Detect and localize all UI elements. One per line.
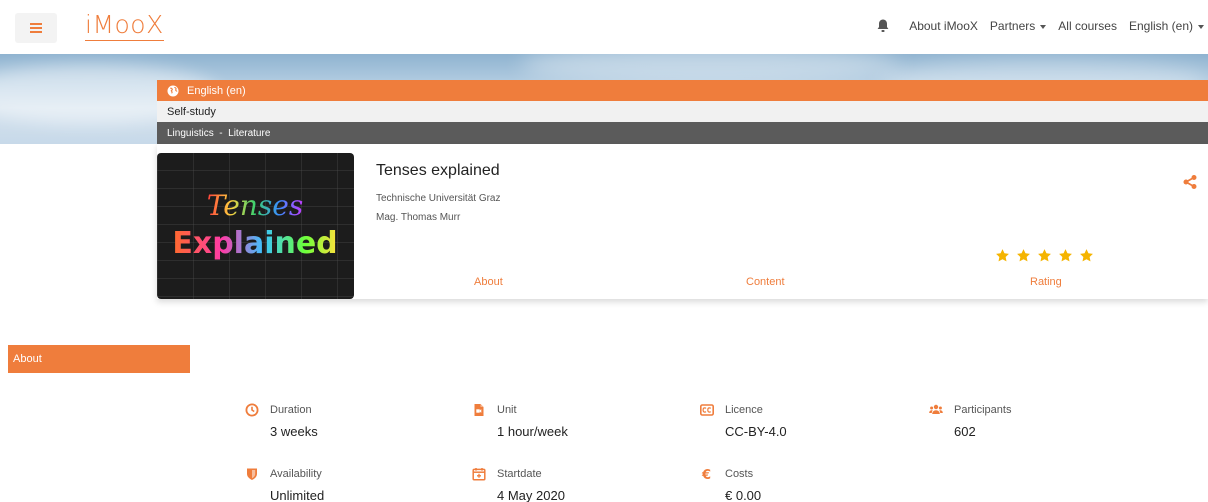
fact-startdate-value: 4 May 2020	[497, 488, 565, 502]
fact-costs-label: Costs	[725, 468, 754, 480]
svg-text:€: €	[701, 468, 711, 481]
course-image-text-top: Tenses	[207, 189, 303, 222]
course-card: Tenses Explained Tenses explained Techni…	[157, 144, 1208, 299]
fact-licence-value: CC-BY-4.0	[725, 424, 787, 439]
fact-licence-label: Licence	[725, 404, 763, 416]
star-icon	[1080, 249, 1093, 262]
shield-icon	[247, 468, 257, 480]
nav-all-courses-link[interactable]: All courses	[1058, 19, 1117, 33]
about-section-title: About	[13, 353, 42, 365]
euro-icon: €	[701, 468, 711, 481]
nav-links: About iMooX Partners All courses English…	[875, 18, 1204, 34]
fact-availability-value: Unlimited	[270, 488, 325, 502]
caret-down-icon	[1198, 24, 1204, 29]
course-author: Mag. Thomas Murr	[376, 212, 461, 223]
tab-about[interactable]: About	[474, 276, 503, 288]
clock-icon	[245, 403, 259, 417]
tab-content[interactable]: Content	[746, 276, 785, 288]
fact-unit-label: Unit	[497, 404, 517, 416]
nav-language-dropdown[interactable]: English (en)	[1129, 19, 1204, 33]
nav-about-link[interactable]: About iMooX	[909, 19, 978, 33]
logo[interactable]: iMooX	[85, 10, 164, 41]
fact-participants-value: 602	[954, 424, 976, 439]
star-icon	[1017, 249, 1030, 262]
nav-language-label: English (en)	[1128, 19, 1193, 33]
globe-icon	[167, 85, 179, 96]
file-video-icon	[474, 404, 484, 416]
rating-stars	[995, 248, 1094, 263]
bell-icon[interactable]	[875, 18, 891, 34]
course-categories: Linguistics - Literature	[167, 127, 271, 139]
star-icon	[996, 249, 1009, 262]
star-icon	[1038, 249, 1051, 262]
fact-duration-label: Duration	[270, 404, 312, 416]
nav-partners-label: Partners	[989, 19, 1036, 33]
navbar: iMooX About iMooX Partners All courses E…	[0, 0, 1208, 54]
calendar-icon	[472, 468, 486, 481]
course-language: English (en)	[187, 84, 246, 97]
fact-duration-value: 3 weeks	[270, 424, 318, 439]
share-icon[interactable]	[1182, 174, 1198, 190]
course-category-bar: Linguistics - Literature	[157, 122, 1208, 144]
course-university: Technische Universität Graz	[376, 193, 501, 204]
caret-down-icon	[1040, 24, 1047, 29]
fact-costs-value: € 0.00	[725, 488, 762, 502]
fact-startdate-label: Startdate	[497, 468, 542, 480]
course-mode-bar: Self-study	[157, 101, 1208, 122]
star-icon	[1059, 249, 1072, 262]
course-image-text-bottom: Explained	[172, 226, 337, 261]
nav-partners-dropdown[interactable]: Partners	[989, 19, 1047, 33]
course-language-bar: English (en)	[157, 80, 1208, 101]
tab-rating[interactable]: Rating	[1030, 276, 1062, 288]
menu-button[interactable]	[15, 13, 57, 43]
about-section-header: About	[8, 345, 190, 373]
closed-captioning-icon	[700, 404, 714, 416]
course-title: Tenses explained	[376, 162, 500, 179]
users-icon	[929, 404, 943, 414]
course-image: Tenses Explained	[157, 153, 354, 299]
hamburger-icon	[30, 23, 42, 33]
fact-unit-value: 1 hour/week	[497, 424, 568, 439]
course-mode: Self-study	[167, 105, 216, 118]
fact-availability-label: Availability	[270, 468, 322, 480]
fact-participants-label: Participants	[954, 404, 1012, 416]
